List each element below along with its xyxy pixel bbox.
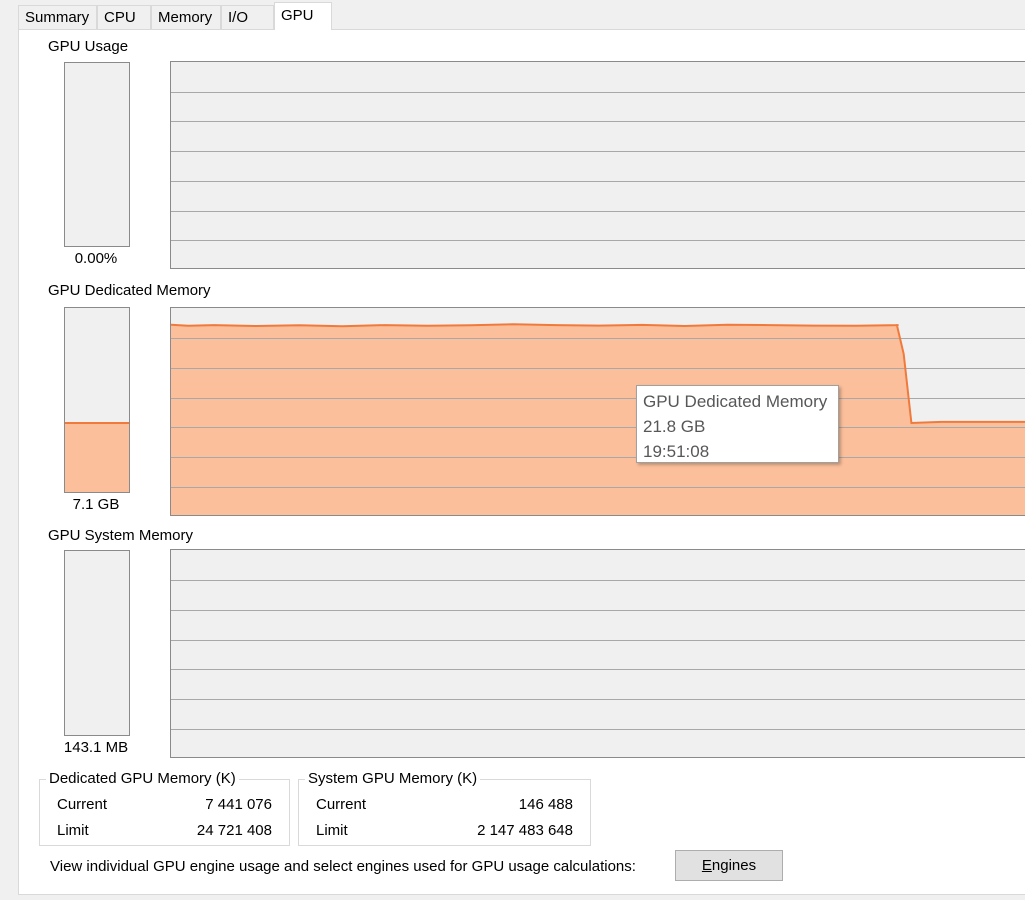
engines-button-label: ngines	[711, 857, 757, 874]
gpu-usage-meter	[64, 62, 130, 247]
gpu-usage-gridlines	[171, 92, 1025, 241]
tab-gpu[interactable]: GPU	[274, 2, 332, 30]
tooltip-value: 21.8 GB	[643, 417, 706, 436]
engines-description: View individual GPU engine usage and sel…	[50, 858, 636, 875]
tab-memory-label: Memory	[158, 9, 213, 26]
tooltip-title: GPU Dedicated Memory	[643, 392, 828, 411]
engines-button[interactable]: Engines	[675, 850, 783, 881]
system-limit-value: 2 147 483 648	[477, 822, 573, 839]
tab-memory[interactable]: Memory	[151, 5, 221, 30]
dedicated-memory-meter-fill	[65, 422, 129, 492]
system-memory-graph	[170, 549, 1025, 758]
gpu-usage-graph	[170, 61, 1025, 269]
system-limit-label: Limit	[316, 822, 348, 839]
system-gpu-memory-group: System GPU Memory (K) Current 146 488 Li…	[298, 769, 591, 846]
dedicated-memory-chart	[171, 323, 1025, 515]
dedicated-memory-title: GPU Dedicated Memory	[48, 282, 211, 299]
tab-summary-label: Summary	[25, 9, 90, 26]
tab-cpu[interactable]: CPU	[97, 5, 151, 30]
tab-cpu-label: CPU	[104, 9, 136, 26]
system-memory-gridlines	[171, 580, 1025, 730]
system-memory-meter	[64, 550, 130, 736]
tooltip-time: 19:51:08	[643, 442, 710, 461]
tab-io[interactable]: I/O	[221, 5, 274, 30]
dedicated-current-label: Current	[57, 796, 108, 813]
dedicated-memory-graph[interactable]	[170, 307, 1025, 516]
system-current-label: Current	[316, 796, 367, 813]
dedicated-gpu-memory-group: Dedicated GPU Memory (K) Current 7 441 0…	[39, 769, 290, 846]
dedicated-memory-value: 7.1 GB	[72, 496, 120, 513]
dedicated-limit-label: Limit	[57, 822, 89, 839]
system-current-value: 146 488	[518, 796, 573, 813]
system-memory-title: GPU System Memory	[48, 527, 194, 544]
gpu-usage-value: 0.00%	[74, 250, 118, 267]
tab-summary[interactable]: Summary	[18, 5, 97, 30]
dedicated-current-value: 7 441 076	[205, 796, 272, 813]
gpu-usage-title: GPU Usage	[48, 38, 129, 55]
dedicated-memory-meter	[64, 307, 130, 493]
system-memory-value: 143.1 MB	[63, 739, 129, 756]
tab-gpu-label: GPU	[281, 7, 314, 24]
tab-io-label: I/O	[228, 9, 249, 26]
system-group-title: System GPU Memory (K)	[305, 769, 481, 789]
dedicated-memory-tooltip: GPU Dedicated Memory 21.8 GB 19:51:08	[636, 385, 839, 463]
dedicated-limit-value: 24 721 408	[196, 822, 272, 839]
engines-button-accelerator: E	[701, 857, 712, 874]
dedicated-group-title: Dedicated GPU Memory (K)	[46, 769, 239, 789]
